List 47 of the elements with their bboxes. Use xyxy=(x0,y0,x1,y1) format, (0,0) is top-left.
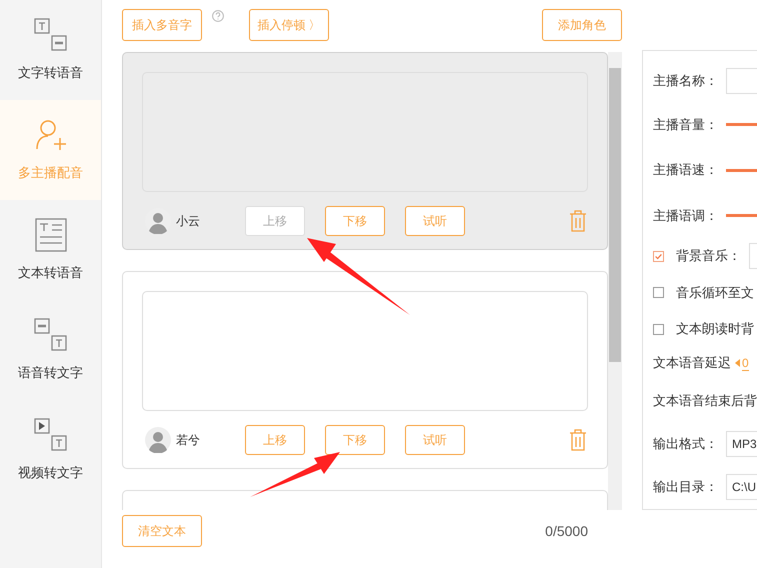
avatar-icon xyxy=(145,427,171,453)
caret-icon[interactable] xyxy=(735,359,740,368)
setting-label: 主播语速： xyxy=(653,161,718,180)
voice-name: 小云 xyxy=(176,212,201,230)
sidebar-item[interactable]: 文字转语音 xyxy=(0,0,101,100)
text-area[interactable] xyxy=(142,291,588,411)
setting-label: 文本语音延迟 xyxy=(653,354,731,372)
insert-pause-button[interactable]: 插入停顿 〉 xyxy=(249,9,329,41)
setting-label: 音乐循环至文 xyxy=(676,284,754,302)
checkbox[interactable] xyxy=(653,250,664,262)
help-icon[interactable] xyxy=(212,10,224,22)
setting-label: 主播名称： xyxy=(653,72,718,90)
setting-label: 文本语音结束后背 xyxy=(653,392,757,410)
input-field[interactable]: C:\U xyxy=(726,474,757,500)
setting-label: 主播音量： xyxy=(653,116,718,134)
text-to-audio-icon xyxy=(34,18,68,52)
sidebar-item[interactable]: 语音转文字 xyxy=(0,300,101,400)
video-to-text-icon xyxy=(34,418,68,452)
character-count: 0/5000 xyxy=(545,523,588,539)
role-action-button[interactable]: 下移 xyxy=(325,425,385,455)
clear-text-button[interactable]: 清空文本 xyxy=(122,515,202,547)
setting-label: 主播语调： xyxy=(653,206,718,225)
sidebar-item[interactable]: 文本转语音 xyxy=(0,200,101,300)
person-add-icon xyxy=(34,118,68,152)
delay-spinner[interactable]: 0 xyxy=(742,356,749,371)
audio-to-text-icon xyxy=(34,318,68,352)
role-action-button[interactable]: 试听 xyxy=(405,206,465,236)
role-action-button[interactable]: 上移 xyxy=(245,425,305,455)
insert-polyphone-button[interactable]: 插入多音字 xyxy=(122,9,202,41)
input-field[interactable]: MP3 xyxy=(726,431,757,458)
checkbox[interactable] xyxy=(653,324,664,335)
role-action-button[interactable]: 下移 xyxy=(325,206,385,236)
trash-icon[interactable] xyxy=(569,429,587,451)
voice-name: 若兮 xyxy=(176,432,201,448)
setting-label: 输出格式： xyxy=(653,435,718,454)
role-action-button[interactable]: 试听 xyxy=(405,425,465,455)
add-role-button[interactable]: 添加角色 xyxy=(542,9,622,41)
checkbox[interactable] xyxy=(653,287,664,298)
setting-label: 输出目录： xyxy=(653,478,718,496)
trash-icon[interactable] xyxy=(569,210,587,232)
setting-label: 背景音乐： xyxy=(676,247,741,266)
scrollbar[interactable] xyxy=(608,52,622,510)
document-icon xyxy=(34,218,68,252)
sidebar-item[interactable]: 多主播配音 xyxy=(0,100,101,200)
role-card[interactable]: 若兮 上移 下移 试听 xyxy=(122,271,608,469)
sidebar-item[interactable]: 视频转文字 xyxy=(0,400,101,500)
setting-label: 文本朗读时背 xyxy=(676,320,754,338)
